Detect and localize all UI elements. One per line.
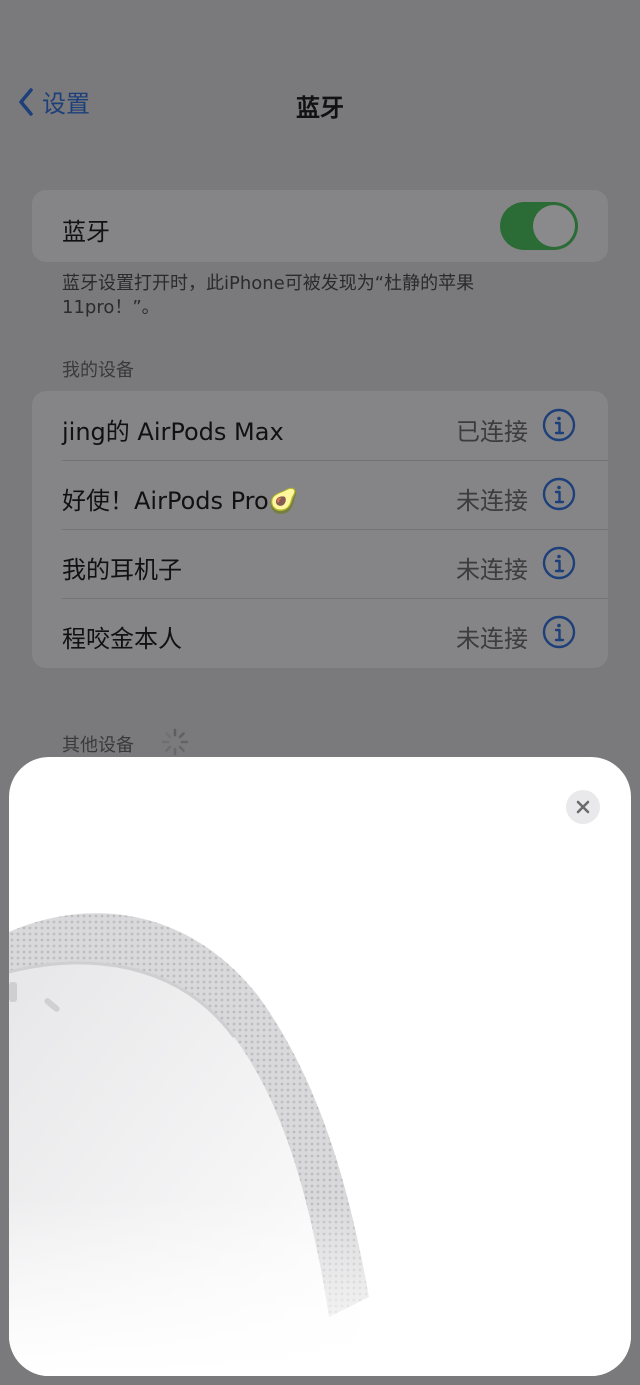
- device-status: 未连接: [456, 487, 528, 515]
- device-status: 未连接: [456, 556, 528, 584]
- device-name: 程咬金本人: [62, 625, 182, 653]
- device-row[interactable]: jing的 AirPods Max 已连接: [32, 391, 608, 460]
- nav-bar: 设置 蓝牙: [0, 70, 640, 134]
- info-icon[interactable]: [542, 477, 576, 511]
- device-name: 好使！AirPods Pro🥑: [62, 487, 299, 515]
- device-row[interactable]: 我的耳机子 未连接: [32, 529, 608, 598]
- device-name: jing的 AirPods Max: [62, 418, 284, 446]
- info-icon[interactable]: [542, 546, 576, 580]
- info-icon[interactable]: [542, 408, 576, 442]
- device-status: 已连接: [456, 418, 528, 446]
- device-name: 我的耳机子: [62, 556, 182, 584]
- device-row[interactable]: 好使！AirPods Pro🥑 未连接: [32, 460, 608, 529]
- info-icon[interactable]: [542, 615, 576, 649]
- page-title: 蓝牙: [296, 94, 344, 122]
- airpods-max-headband-image: [9, 913, 631, 1376]
- my-devices-header: 我的设备: [62, 360, 134, 381]
- device-status: 未连接: [456, 625, 528, 653]
- toggle-knob: [533, 205, 575, 247]
- close-icon: [576, 800, 590, 814]
- bluetooth-card: 蓝牙: [32, 190, 608, 262]
- bluetooth-label: 蓝牙: [62, 218, 110, 246]
- device-row[interactable]: 程咬金本人 未连接: [32, 598, 608, 667]
- other-devices-header: 其他设备: [62, 735, 134, 756]
- device-popup-sheet: [9, 757, 631, 1376]
- bluetooth-toggle[interactable]: [500, 202, 578, 250]
- loading-spinner-icon: [161, 728, 189, 756]
- my-devices-list: jing的 AirPods Max 已连接 好使！AirPods Pro🥑 未连…: [32, 391, 608, 668]
- close-button[interactable]: [566, 790, 600, 824]
- bluetooth-hint: 蓝牙设置打开时，此iPhone可被发现为“杜静的苹果11pro！”。: [62, 273, 475, 318]
